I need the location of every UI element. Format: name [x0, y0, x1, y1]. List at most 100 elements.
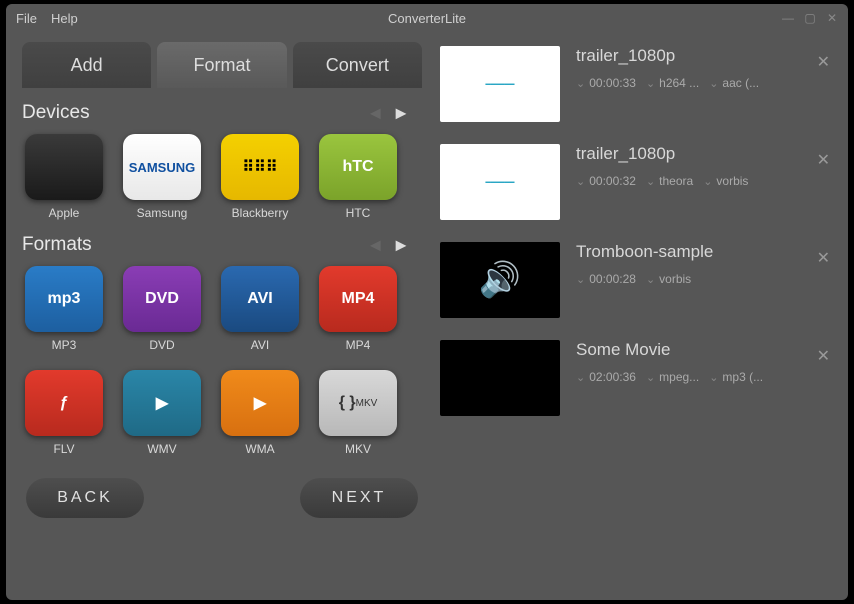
wizard-nav: BACK NEXT	[22, 478, 422, 518]
format-icon: MP4	[319, 266, 397, 332]
format-tile-mkv[interactable]: { }MKV MKV	[316, 370, 400, 456]
queue-thumbnail: 🔊	[440, 242, 560, 318]
menu-file[interactable]: File	[16, 11, 37, 26]
video-codec: ⌄h264 ...	[646, 76, 699, 90]
format-label: AVI	[251, 338, 269, 352]
formats-grid: mp3MP3DVDDVDAVIAVIMP4MP4ƒFLV▶WMV▶WMA{ }M…	[22, 266, 422, 456]
speaker-icon: 🔊	[479, 260, 521, 300]
audio-codec: ⌄vorbis	[646, 272, 691, 286]
queue-thumbnail: ━━━━━━	[440, 46, 560, 122]
format-icon: AVI	[221, 266, 299, 332]
format-label: DVD	[149, 338, 174, 352]
format-tile-mp4[interactable]: MP4MP4	[316, 266, 400, 352]
remove-item-button[interactable]: ✕	[817, 346, 830, 366]
menubar: File Help	[16, 11, 78, 26]
queue-info: Tromboon-sample ⌄00:00:28 ⌄vorbis	[576, 242, 836, 286]
formats-title: Formats	[22, 234, 92, 256]
device-label: Blackberry	[232, 206, 289, 220]
back-button[interactable]: BACK	[26, 478, 144, 518]
audio-codec: ⌄aac (...	[709, 76, 759, 90]
device-icon: ⠿⠿⠿	[221, 134, 299, 200]
video-codec: ⌄mpeg...	[646, 370, 699, 384]
queue-thumbnail	[440, 340, 560, 416]
queue-info: trailer_1080p ⌄00:00:33 ⌄h264 ... ⌄aac (...	[576, 46, 836, 90]
format-icon: ƒ	[25, 370, 103, 436]
devices-header: Devices ◄ ►	[22, 102, 422, 124]
duration: ⌄02:00:36	[576, 370, 636, 384]
app-title: ConverterLite	[388, 11, 466, 26]
devices-grid: Apple SAMSUNGSamsung ⠿⠿⠿ Blackberry hTCHTC	[22, 134, 422, 220]
close-button[interactable]: ✕	[824, 11, 840, 25]
queue-title: Tromboon-sample	[576, 242, 836, 262]
duration: ⌄00:00:28	[576, 272, 636, 286]
queue-title: Some Movie	[576, 340, 836, 360]
tab-format[interactable]: Format	[157, 42, 286, 88]
remove-item-button[interactable]: ✕	[817, 150, 830, 170]
titlebar: File Help ConverterLite — ▢ ✕	[6, 4, 848, 32]
minimize-button[interactable]: —	[780, 11, 796, 25]
queue-item[interactable]: Some Movie ⌄02:00:36 ⌄mpeg... ⌄mp3 (... ✕	[440, 340, 836, 416]
video-codec: ⌄theora	[646, 174, 693, 188]
queue-info: trailer_1080p ⌄00:00:32 ⌄theora ⌄vorbis	[576, 144, 836, 188]
device-label: Apple	[49, 206, 80, 220]
format-icon: DVD	[123, 266, 201, 332]
devices-title: Devices	[22, 102, 90, 124]
format-label: WMA	[245, 442, 274, 456]
device-tile-apple[interactable]: Apple	[22, 134, 106, 220]
duration: ⌄00:00:32	[576, 174, 636, 188]
formats-pager: ◄ ►	[366, 235, 410, 256]
remove-item-button[interactable]: ✕	[817, 248, 830, 268]
queue-panel: ━━━━━━ trailer_1080p ⌄00:00:33 ⌄h264 ... ⌄aa…	[440, 42, 836, 588]
format-label: MKV	[345, 442, 371, 456]
maximize-button[interactable]: ▢	[802, 11, 818, 25]
main-tabs: Add Format Convert	[22, 42, 422, 88]
menu-help[interactable]: Help	[51, 11, 78, 26]
device-tile-blackberry[interactable]: ⠿⠿⠿ Blackberry	[218, 134, 302, 220]
formats-header: Formats ◄ ►	[22, 234, 422, 256]
queue-meta: ⌄00:00:32 ⌄theora ⌄vorbis	[576, 174, 836, 188]
queue-item[interactable]: ━━━━━━ trailer_1080p ⌄00:00:32 ⌄theora ⌄vorb…	[440, 144, 836, 220]
device-icon	[25, 134, 103, 200]
window-controls: — ▢ ✕	[780, 11, 840, 25]
audio-codec: ⌄vorbis	[703, 174, 748, 188]
left-panel: Add Format Convert Devices ◄ ► Apple SAMS…	[22, 42, 422, 588]
format-label: MP4	[346, 338, 371, 352]
format-label: FLV	[53, 442, 74, 456]
format-tile-flv[interactable]: ƒ FLV	[22, 370, 106, 456]
format-tile-wmv[interactable]: ▶ WMV	[120, 370, 204, 456]
formats-prev-icon[interactable]: ◄	[366, 235, 384, 256]
formats-next-icon[interactable]: ►	[392, 235, 410, 256]
format-icon: ▶	[221, 370, 299, 436]
queue-item[interactable]: 🔊 Tromboon-sample ⌄00:00:28 ⌄vorbis ✕	[440, 242, 836, 318]
device-icon: hTC	[319, 134, 397, 200]
audio-codec: ⌄mp3 (...	[709, 370, 763, 384]
format-icon: ▶	[123, 370, 201, 436]
format-tile-wma[interactable]: ▶ WMA	[218, 370, 302, 456]
queue-meta: ⌄00:00:28 ⌄vorbis	[576, 272, 836, 286]
format-icon: { }MKV	[319, 370, 397, 436]
tab-convert[interactable]: Convert	[293, 42, 422, 88]
queue-title: trailer_1080p	[576, 144, 836, 164]
format-tile-dvd[interactable]: DVD DVD	[120, 266, 204, 352]
device-icon: SAMSUNG	[123, 134, 201, 200]
queue-thumbnail: ━━━━━━	[440, 144, 560, 220]
queue-meta: ⌄00:00:33 ⌄h264 ... ⌄aac (...	[576, 76, 836, 90]
queue-meta: ⌄02:00:36 ⌄mpeg... ⌄mp3 (...	[576, 370, 836, 384]
queue-item[interactable]: ━━━━━━ trailer_1080p ⌄00:00:33 ⌄h264 ... ⌄aa…	[440, 46, 836, 122]
format-label: WMV	[147, 442, 176, 456]
device-tile-samsung[interactable]: SAMSUNGSamsung	[120, 134, 204, 220]
queue-info: Some Movie ⌄02:00:36 ⌄mpeg... ⌄mp3 (...	[576, 340, 836, 384]
main-content: Add Format Convert Devices ◄ ► Apple SAMS…	[6, 32, 848, 600]
format-tile-mp3[interactable]: mp3MP3	[22, 266, 106, 352]
duration: ⌄00:00:33	[576, 76, 636, 90]
devices-next-icon[interactable]: ►	[392, 103, 410, 124]
app-window: File Help ConverterLite — ▢ ✕ Add Format…	[6, 4, 848, 600]
tab-add[interactable]: Add	[22, 42, 151, 88]
remove-item-button[interactable]: ✕	[817, 52, 830, 72]
format-tile-avi[interactable]: AVI AVI	[218, 266, 302, 352]
device-tile-htc[interactable]: hTCHTC	[316, 134, 400, 220]
format-icon: mp3	[25, 266, 103, 332]
next-button[interactable]: NEXT	[300, 478, 418, 518]
queue-title: trailer_1080p	[576, 46, 836, 66]
devices-prev-icon[interactable]: ◄	[366, 103, 384, 124]
